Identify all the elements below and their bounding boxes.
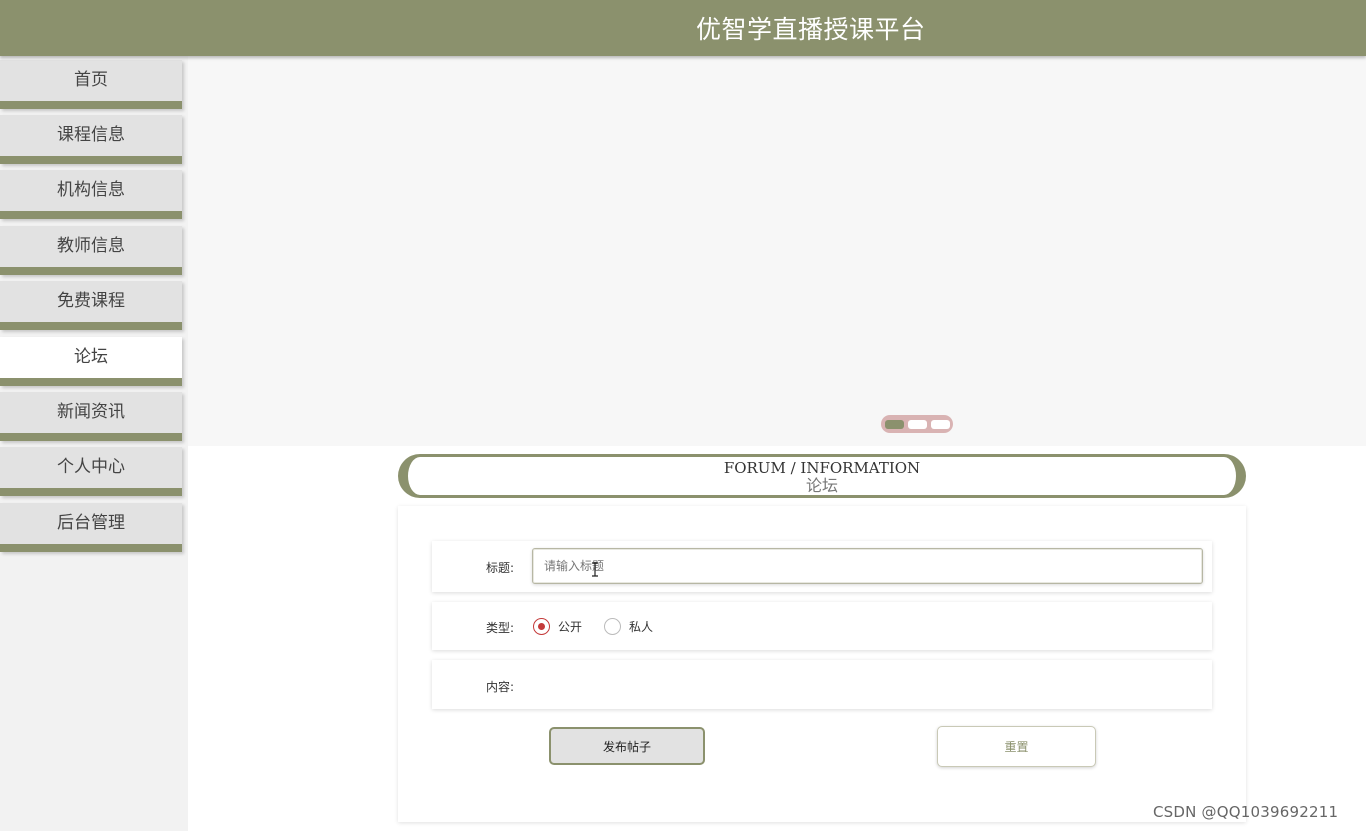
title-row: 标题: <box>432 541 1212 592</box>
publish-post-button[interactable]: 发布帖子 <box>549 727 705 765</box>
section-title-cn: 论坛 <box>805 476 838 495</box>
title-input[interactable] <box>532 548 1203 584</box>
sidebar-item-label: 免费课程 <box>57 291 125 311</box>
sidebar-item-label: 课程信息 <box>57 125 125 145</box>
section-title-box: FORUM / INFORMATION 论坛 <box>398 454 1246 498</box>
section-title-en: FORUM / INFORMATION <box>723 459 921 477</box>
sidebar-item-label: 新闻资讯 <box>57 402 125 422</box>
sidebar-item-free-courses[interactable]: 免费课程 <box>0 281 182 330</box>
sidebar-item-forum[interactable]: 论坛 <box>0 337 182 386</box>
type-option-label: 私人 <box>629 620 654 634</box>
carousel-dot-3[interactable] <box>930 419 950 429</box>
sidebar-item-admin[interactable]: 后台管理 <box>0 503 182 552</box>
sidebar-item-label: 论坛 <box>74 347 108 367</box>
text-cursor-icon <box>592 562 598 577</box>
content-label: 内容: <box>486 680 515 694</box>
type-option-private[interactable]: 私人 <box>604 618 653 635</box>
banner-carousel <box>188 56 1366 446</box>
top-header: 优智学直播授课平台 <box>0 0 1366 56</box>
title-label: 标题: <box>486 561 515 575</box>
sidebar-item-label: 首页 <box>74 70 108 90</box>
radio-unchecked-icon[interactable] <box>604 618 621 635</box>
type-label: 类型: <box>486 621 515 635</box>
sidebar-item-personal-center[interactable]: 个人中心 <box>0 447 182 496</box>
sidebar-item-label: 机构信息 <box>57 180 125 200</box>
sidebar-item-news[interactable]: 新闻资讯 <box>0 392 182 441</box>
carousel-indicators <box>881 415 953 433</box>
sidebar-item-home[interactable]: 首页 <box>0 60 182 109</box>
sidebar-item-label: 个人中心 <box>57 457 125 477</box>
type-option-public[interactable]: 公开 <box>533 618 582 635</box>
sidebar-item-courses[interactable]: 课程信息 <box>0 115 182 164</box>
type-row: 类型: 公开 私人 <box>432 602 1212 650</box>
reset-button[interactable]: 重置 <box>937 726 1096 767</box>
sidebar-item-teachers[interactable]: 教师信息 <box>0 226 182 275</box>
sidebar-item-label: 后台管理 <box>57 513 125 533</box>
carousel-dot-2[interactable] <box>907 419 927 429</box>
sidebar-nav: 首页 课程信息 机构信息 教师信息 免费课程 论坛 新闻资讯 个人中心 后台管理 <box>0 56 188 831</box>
site-title: 优智学直播授课平台 <box>696 15 926 44</box>
sidebar-item-institutions[interactable]: 机构信息 <box>0 170 182 219</box>
carousel-dot-1[interactable] <box>884 419 904 429</box>
post-form: 标题: 类型: 公开 私人 内容: 发布帖子 重置 <box>398 506 1246 822</box>
content-row[interactable]: 内容: <box>432 660 1212 709</box>
watermark-text: CSDN @QQ1039692211 <box>1153 803 1339 821</box>
sidebar-item-label: 教师信息 <box>57 236 125 256</box>
type-option-label: 公开 <box>558 620 583 634</box>
radio-checked-icon[interactable] <box>533 618 550 635</box>
